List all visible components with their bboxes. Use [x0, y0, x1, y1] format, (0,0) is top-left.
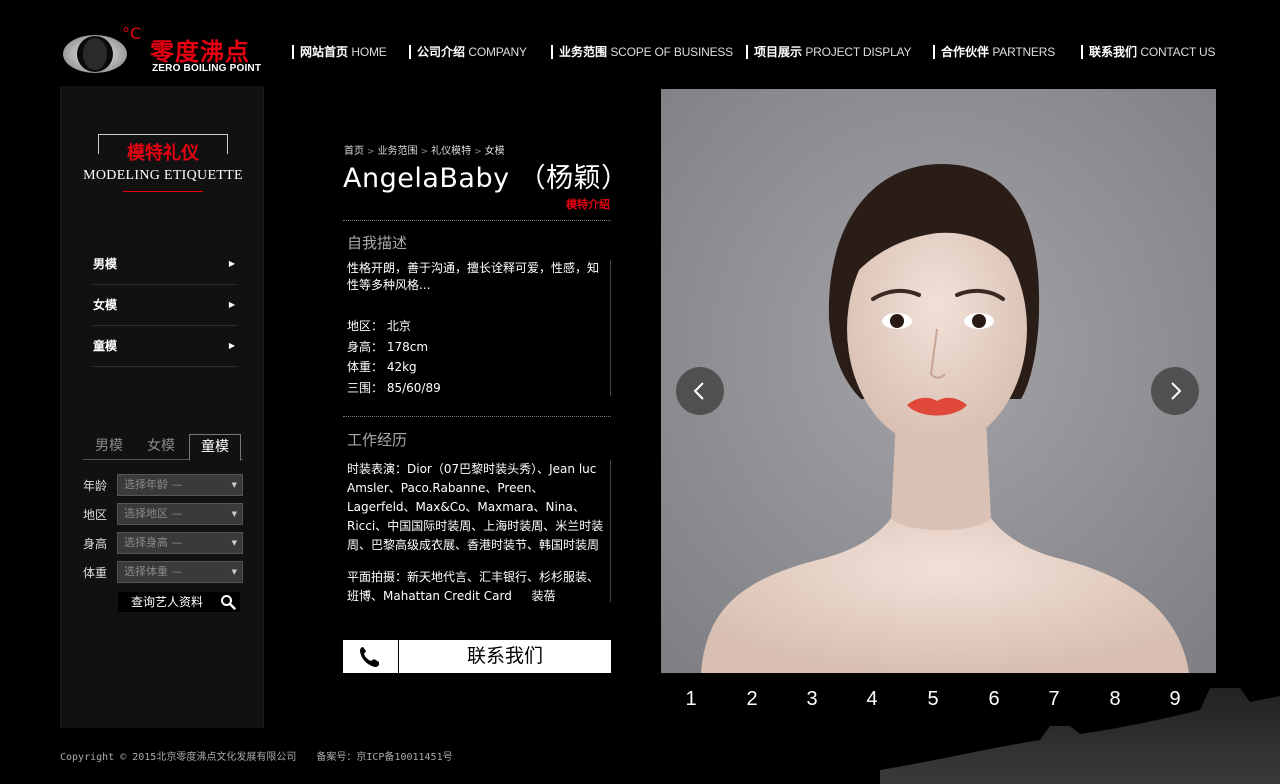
page-4[interactable]: 4	[857, 688, 887, 711]
page-9[interactable]: 9	[1160, 688, 1190, 711]
nav-home[interactable]: 网站首页 HOME	[292, 45, 387, 59]
footer: Copyright © 2015北京零度沸点文化发展有限公司 备案号：京ICP备…	[60, 748, 467, 763]
logo[interactable]: °C 零度沸点 ZERO BOILING POINT	[60, 24, 270, 78]
model-photo	[661, 89, 1216, 673]
search-icon	[221, 595, 236, 610]
dropdown-arrow-icon: ▼	[231, 510, 237, 518]
model-name: AngelaBaby （杨颖）	[343, 163, 629, 194]
eye-logo-icon	[63, 35, 127, 73]
photo-pager: 1 2 3 4 5 6 7 8 9	[661, 688, 1216, 718]
prev-photo-button[interactable]	[676, 367, 724, 415]
page-2[interactable]: 2	[737, 688, 767, 711]
model-intro-tag: 模特介绍	[566, 198, 610, 211]
sidebar-item-male[interactable]: 男模 ▶	[93, 244, 237, 285]
sidebar-menu: 男模 ▶ 女模 ▶ 童模 ▶	[93, 244, 237, 367]
filter-region: 地区 选择地区 — ▼	[83, 503, 243, 525]
page-1[interactable]: 1	[676, 688, 706, 711]
tab-child[interactable]: 童模	[189, 434, 241, 461]
divider	[343, 416, 611, 417]
dropdown-arrow-icon: ▼	[231, 568, 237, 576]
page-6[interactable]: 6	[979, 688, 1009, 711]
copyright-text: Copyright © 2015北京零度沸点文化发展有限公司	[60, 752, 297, 763]
caret-right-icon: ▶	[228, 259, 235, 268]
contact-us-button[interactable]: 联系我们	[343, 640, 611, 673]
exp-print-text: 平面拍摄：新天地代言、汇丰银行、杉杉服装、班博、Mahattan Credit …	[347, 570, 600, 603]
portrait-image	[661, 89, 1216, 673]
sidebar: 模特礼仪 MODELING ETIQUETTE 男模 ▶ 女模 ▶ 童模 ▶ 男…	[60, 86, 264, 728]
chevron-left-icon	[693, 382, 704, 400]
desc-title: 自我描述	[347, 234, 408, 252]
age-select[interactable]: 选择年龄 — ▼	[117, 474, 243, 496]
dropdown-arrow-icon: ▼	[231, 539, 237, 547]
desc-box: 性格开朗，善于沟通，擅长诠释可爱，性感，知性等多种风格... 地区： 北京 身高…	[347, 260, 611, 396]
logo-cn-text: 零度沸点	[150, 38, 250, 66]
query-artist-button[interactable]: 查询艺人资料	[118, 592, 240, 612]
nav-contact[interactable]: 联系我们 CONTACT US	[1081, 45, 1215, 59]
nav-business[interactable]: 业务范围 SCOPE OF BUSINESS	[551, 45, 733, 59]
sidebar-title-en: MODELING ETIQUETTE	[83, 168, 243, 183]
nav-projects[interactable]: 项目展示 PROJECT DISPLAY	[746, 45, 911, 59]
page-3[interactable]: 3	[797, 688, 827, 711]
next-photo-button[interactable]	[1151, 367, 1199, 415]
info-region: 地区： 北京	[347, 319, 411, 333]
page-5[interactable]: 5	[918, 688, 948, 711]
info-height: 身高： 178cm	[347, 339, 429, 354]
tab-male[interactable]: 男模	[83, 434, 135, 460]
breadcrumb: 首页 > 业务范围 > 礼仪模特 > 女模	[344, 146, 505, 157]
region-select[interactable]: 选择地区 — ▼	[117, 503, 243, 525]
dropdown-arrow-icon: ▼	[231, 481, 237, 489]
page-7[interactable]: 7	[1039, 688, 1069, 711]
caret-right-icon: ▶	[228, 341, 235, 350]
caret-right-icon: ▶	[228, 300, 235, 309]
page-8[interactable]: 8	[1100, 688, 1130, 711]
contact-us-label: 联系我们	[466, 645, 543, 667]
category-tabs: 男模 女模 童模	[83, 434, 243, 461]
height-select[interactable]: 选择身高 — ▼	[117, 532, 243, 554]
icp-text: 备案号：京ICP备10011451号	[316, 752, 453, 763]
nav-company[interactable]: 公司介绍 COMPANY	[409, 45, 527, 59]
nav-partners[interactable]: 合作伙伴 PARTNERS	[933, 45, 1055, 59]
sidebar-item-child[interactable]: 童模 ▶	[93, 326, 237, 367]
tab-female[interactable]: 女模	[135, 434, 187, 460]
weight-select[interactable]: 选择体重 — ▼	[117, 561, 243, 583]
chevron-right-icon	[1171, 382, 1182, 400]
exp-show-text: 时装表演：Dior（07巴黎时装头秀）、Jean luc Amsler、Paco…	[347, 462, 604, 552]
info-measurements: 三围： 85/60/89	[347, 380, 441, 395]
filter-weight: 体重 选择体重 — ▼	[83, 561, 243, 583]
info-weight: 体重： 42kg	[347, 360, 417, 374]
sidebar-title-cn: 模特礼仪	[61, 139, 265, 165]
filter-age: 年龄 选择年龄 — ▼	[83, 474, 243, 496]
logo-degree: °C	[122, 24, 142, 43]
divider	[343, 220, 611, 221]
exp-title: 工作经历	[347, 431, 408, 449]
logo-en-text: ZERO BOILING POINT	[152, 63, 262, 74]
sidebar-item-female[interactable]: 女模 ▶	[93, 285, 237, 326]
sidebar-title-underline	[123, 191, 203, 192]
phone-icon	[343, 640, 399, 673]
desc-text: 性格开朗，善于沟通，擅长诠释可爱，性感，知性等多种风格...	[347, 261, 600, 292]
exp-box: 时装表演：Dior（07巴黎时装头秀）、Jean luc Amsler、Paco…	[347, 460, 611, 603]
filter-height: 身高 选择身高 — ▼	[83, 532, 243, 554]
